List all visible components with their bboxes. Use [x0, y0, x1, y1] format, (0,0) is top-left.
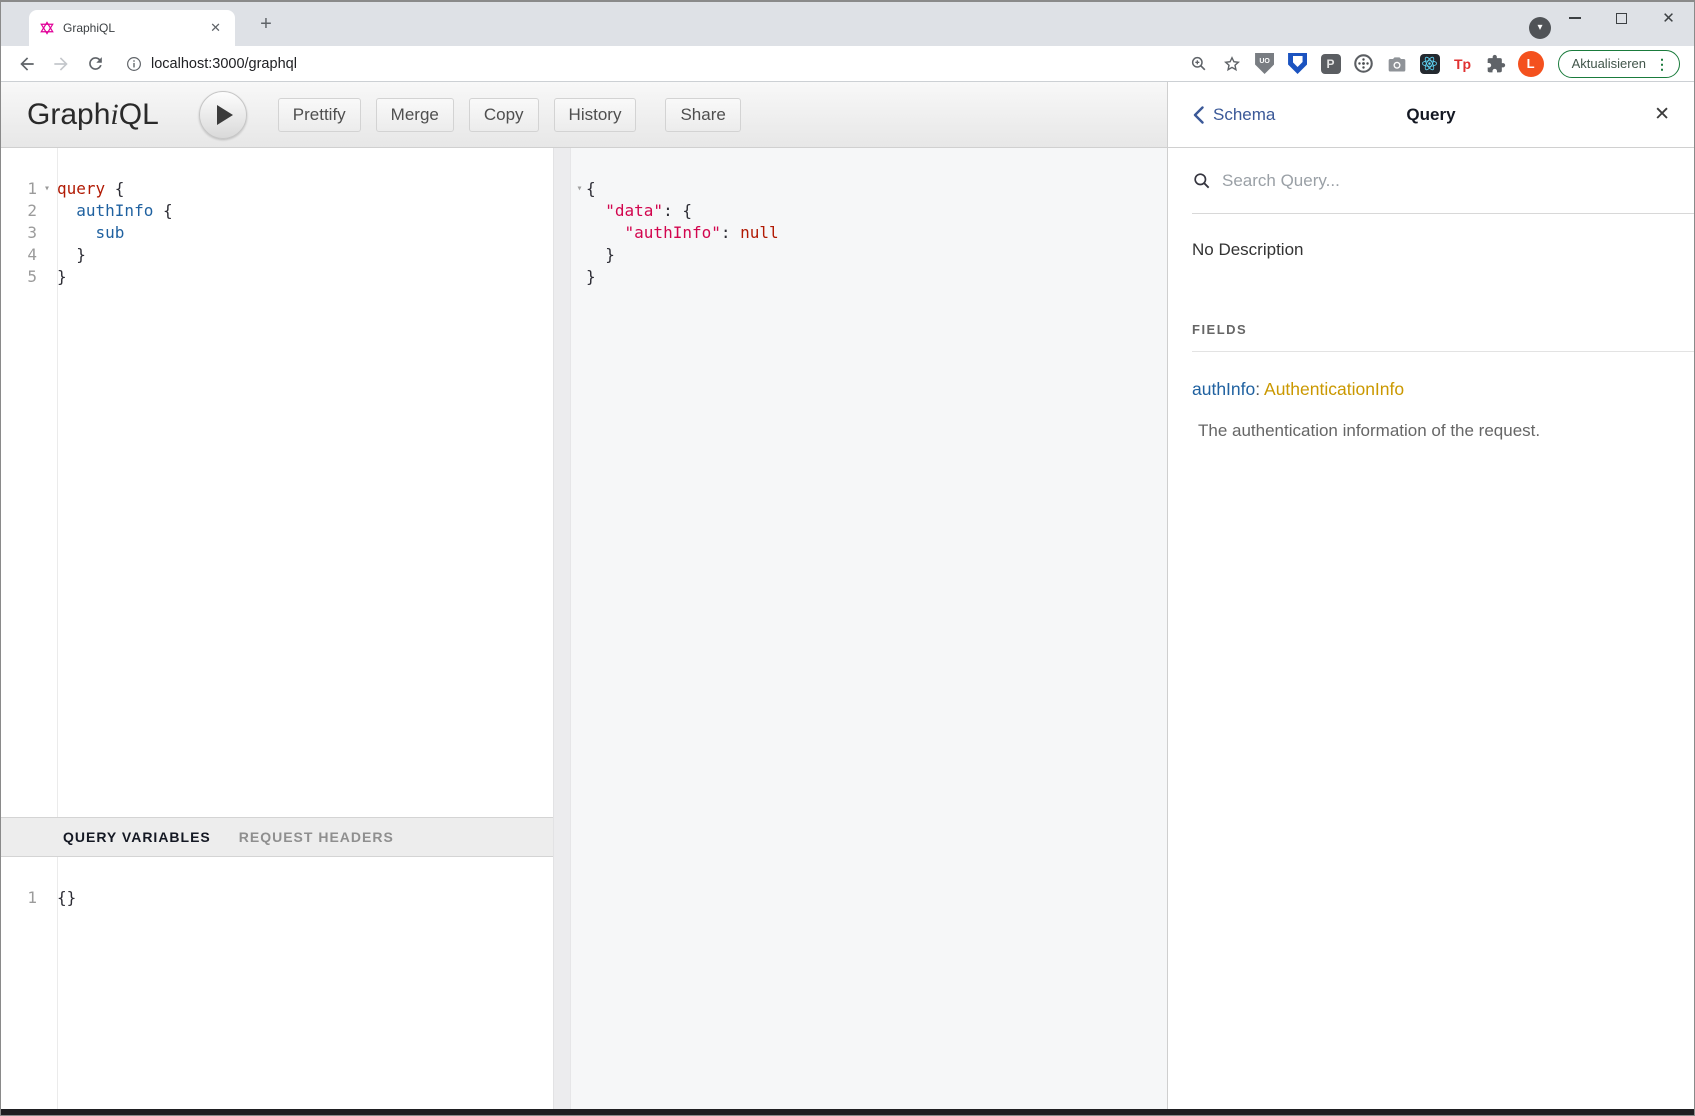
graphiql-main: GraphiQL Prettify Merge Copy History Sha… — [1, 82, 1167, 1109]
maximize-button[interactable] — [1598, 2, 1645, 34]
fold-arrow-icon[interactable]: ▾ — [37, 178, 57, 200]
history-button[interactable]: History — [554, 98, 637, 132]
doc-explorer-panel: Query Schema ✕ No Description FIEL — [1167, 82, 1694, 1109]
field-description: The authentication information of the re… — [1192, 421, 1670, 441]
tab-title: GraphiQL — [63, 21, 206, 35]
pane-resize-handle[interactable] — [553, 148, 571, 1109]
back-button[interactable] — [15, 52, 39, 76]
navbar-right-icons: UO P — [1188, 50, 1684, 78]
reload-button[interactable] — [83, 52, 107, 76]
new-tab-button[interactable]: + — [253, 12, 279, 38]
result-line: } — [573, 266, 1167, 288]
prettify-button[interactable]: Prettify — [278, 98, 361, 132]
variables-line: 1 {} — [1, 887, 553, 909]
result-line: ▾ { — [573, 178, 1167, 200]
query-line: 4 } — [1, 244, 553, 266]
doc-title: Query — [1168, 105, 1694, 125]
tab-close-icon[interactable]: ✕ — [206, 18, 225, 38]
address-bar[interactable]: localhost:3000/graphql — [125, 55, 297, 73]
close-icon: ✕ — [1662, 9, 1675, 27]
doc-explorer-header: Query Schema ✕ — [1168, 82, 1694, 148]
close-button[interactable]: ✕ — [1645, 2, 1692, 34]
type-description: No Description — [1192, 240, 1670, 260]
graphiql-toolbar: GraphiQL Prettify Merge Copy History Sha… — [1, 82, 1167, 148]
camera-extension-icon[interactable] — [1386, 53, 1408, 75]
chrome-update-button[interactable]: Aktualisieren ⋮ — [1558, 50, 1680, 78]
reload-icon — [86, 54, 105, 73]
forward-arrow-icon — [51, 54, 71, 74]
downloads-indicator-icon[interactable]: ▾ — [1529, 17, 1551, 39]
toolbar-buttons: Prettify Merge Copy History Share — [278, 98, 741, 132]
taskbar-edge — [1, 1109, 1694, 1115]
browser-tab-strip: GraphiQL ✕ + ▾ ✕ — [1, 2, 1694, 46]
share-button[interactable]: Share — [665, 98, 740, 132]
tab-request-headers[interactable]: REQUEST HEADERS — [239, 829, 394, 845]
query-line: 3 sub — [1, 222, 553, 244]
p-extension-icon[interactable]: P — [1320, 53, 1342, 75]
query-line: 2 authInfo { — [1, 200, 553, 222]
merge-button[interactable]: Merge — [376, 98, 454, 132]
result-line: "data": { — [573, 200, 1167, 222]
search-icon — [1192, 171, 1212, 191]
field-type-link[interactable]: AuthenticationInfo — [1264, 379, 1404, 399]
tampermonkey-extension-icon[interactable]: Tp — [1452, 53, 1474, 75]
variables-editor[interactable]: 1 {} — [1, 857, 553, 1109]
page-info-icon[interactable] — [125, 55, 143, 73]
tab-query-variables[interactable]: QUERY VARIABLES — [63, 829, 211, 845]
menu-dots-icon[interactable]: ⋮ — [1655, 57, 1669, 71]
zoom-page-icon[interactable] — [1188, 53, 1210, 75]
graphiql-app: GraphiQL Prettify Merge Copy History Sha… — [1, 82, 1694, 1109]
query-line: 5 } — [1, 266, 553, 288]
url-text[interactable]: localhost:3000/graphql — [151, 56, 297, 72]
forward-button[interactable] — [49, 52, 73, 76]
minimize-icon — [1569, 17, 1581, 19]
bookmark-star-icon[interactable] — [1221, 53, 1243, 75]
field-name-link[interactable]: authInfo — [1192, 379, 1255, 399]
doc-content: No Description FIELDS authInfo: Authenti… — [1168, 214, 1694, 441]
react-devtools-extension-icon[interactable] — [1419, 53, 1441, 75]
window-controls: ✕ — [1551, 2, 1692, 34]
variables-title-bar[interactable]: QUERY VARIABLES REQUEST HEADERS — [1, 817, 553, 857]
doc-search-row — [1192, 148, 1694, 214]
copy-button[interactable]: Copy — [469, 98, 539, 132]
maximize-icon — [1616, 13, 1627, 24]
result-line: "authInfo": null — [573, 222, 1167, 244]
browser-window: GraphiQL ✕ + ▾ ✕ localhost:3000/graphq — [0, 0, 1695, 1116]
doc-search-input[interactable] — [1222, 171, 1694, 191]
graphql-favicon-icon — [39, 20, 55, 36]
bitwarden-extension-icon[interactable] — [1287, 53, 1309, 75]
fold-arrow-icon[interactable]: ▾ — [573, 178, 586, 200]
profile-avatar[interactable]: L — [1518, 51, 1544, 77]
update-label: Aktualisieren — [1572, 56, 1646, 71]
field-row: authInfo: AuthenticationInfo — [1192, 379, 1670, 400]
minimize-button[interactable] — [1551, 2, 1598, 34]
query-line: 1 ▾ query { — [1, 178, 553, 200]
back-arrow-icon — [17, 54, 37, 74]
play-icon — [217, 105, 233, 125]
graphiql-logo: GraphiQL — [27, 98, 159, 132]
move-cross-extension-icon[interactable] — [1353, 53, 1375, 75]
result-pane[interactable]: ▾ { "data": { "authInfo": null } — [571, 148, 1167, 1109]
query-editor[interactable]: 1 ▾ query { 2 authInfo { 3 s — [1, 148, 553, 817]
gutter-divider — [57, 857, 58, 1109]
doc-close-icon[interactable]: ✕ — [1654, 103, 1670, 126]
fields-heading: FIELDS — [1192, 322, 1670, 337]
browser-tab[interactable]: GraphiQL ✕ — [29, 10, 235, 46]
extensions-puzzle-icon[interactable] — [1485, 53, 1507, 75]
browser-navbar: localhost:3000/graphql UO P — [1, 46, 1694, 82]
ublock-extension-icon[interactable]: UO — [1254, 53, 1276, 75]
gutter-divider — [57, 148, 58, 817]
query-column: 1 ▾ query { 2 authInfo { 3 s — [1, 148, 553, 1109]
fields-divider — [1192, 351, 1694, 352]
editor-panes: 1 ▾ query { 2 authInfo { 3 s — [1, 148, 1167, 1109]
execute-query-button[interactable] — [199, 91, 247, 139]
result-line: } — [573, 244, 1167, 266]
